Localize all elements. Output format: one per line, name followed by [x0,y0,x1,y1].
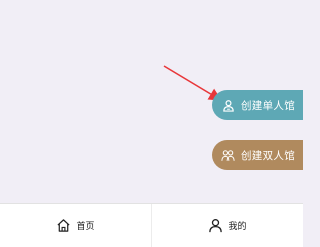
create-single-hall-label: 创建单人馆 [241,99,295,112]
tab-mine[interactable]: 我的 [151,204,303,247]
user-icon [208,218,223,233]
create-double-hall-button[interactable]: 创建双人馆 [212,140,303,170]
create-double-hall-label: 创建双人馆 [241,149,295,162]
person-badge-icon [221,98,235,112]
two-people-icon [221,148,235,162]
create-single-hall-button[interactable]: 创建单人馆 [212,90,303,120]
bottom-tab-bar: 首页 我的 [0,203,303,247]
tab-home[interactable]: 首页 [0,204,151,247]
tab-mine-label: 我的 [228,222,247,232]
tab-home-label: 首页 [76,222,95,232]
home-icon [56,218,71,233]
